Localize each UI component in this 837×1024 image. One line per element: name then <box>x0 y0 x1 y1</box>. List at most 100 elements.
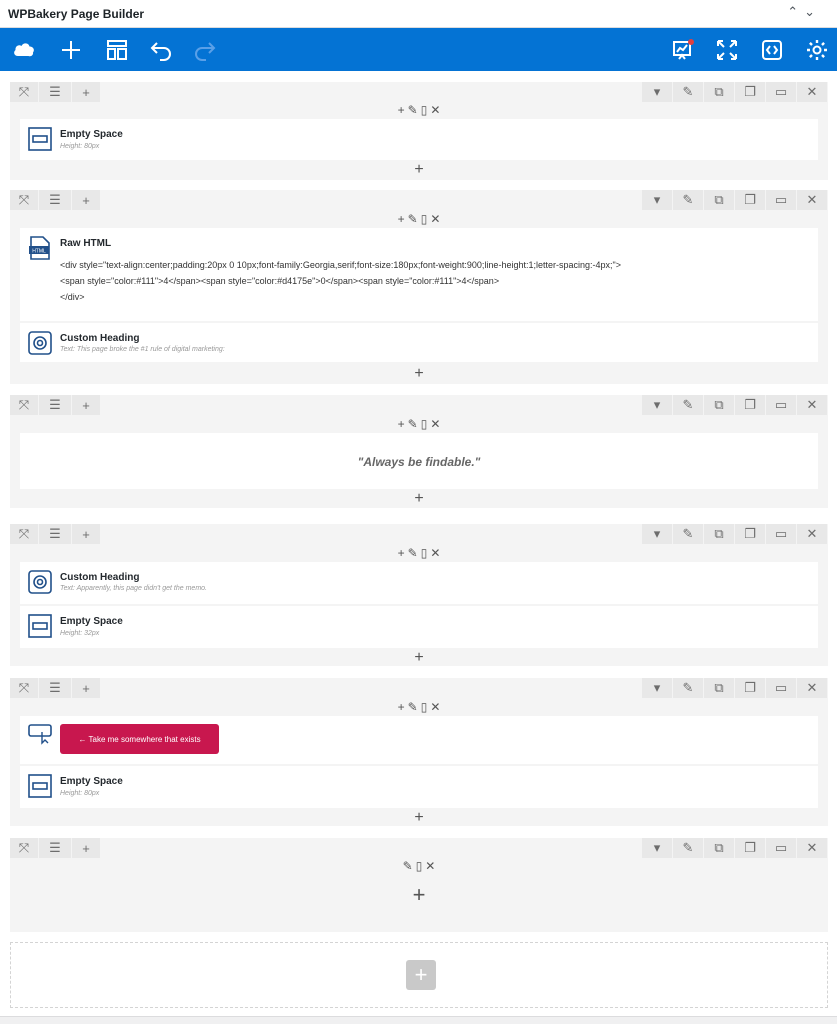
move-arrows-icon[interactable]: ⤧ <box>10 524 38 544</box>
delete-icon[interactable]: ✕ <box>797 524 827 544</box>
add-icon[interactable]: + <box>398 103 405 117</box>
element-empty-space[interactable]: Empty Space Height: 80px <box>20 766 818 808</box>
redo-icon[interactable] <box>192 37 218 63</box>
element-empty-space[interactable]: Empty Space Height: 32px <box>20 606 818 648</box>
add-element-icon[interactable]: + <box>10 650 828 666</box>
add-icon[interactable]: + <box>398 212 405 226</box>
layout-lines-icon[interactable]: ☰ <box>39 678 71 698</box>
paste-icon[interactable]: ▯ <box>421 417 428 431</box>
move-arrows-icon[interactable]: ⤧ <box>10 395 38 415</box>
fullscreen-icon[interactable] <box>714 37 740 63</box>
clone-icon[interactable]: ⧉ <box>704 524 734 544</box>
layout-lines-icon[interactable]: ☰ <box>39 395 71 415</box>
edit-icon[interactable]: ✎ <box>673 838 703 858</box>
add-element-icon[interactable]: + <box>10 810 828 826</box>
delete-icon[interactable]: ✕ <box>797 82 827 102</box>
clone-icon[interactable]: ⧉ <box>704 82 734 102</box>
layout-lines-icon[interactable]: ☰ <box>39 524 71 544</box>
delete-icon[interactable]: ✕ <box>797 838 827 858</box>
copy-icon[interactable]: ❐ <box>735 838 765 858</box>
copy-icon[interactable]: ❐ <box>735 524 765 544</box>
dropdown-icon[interactable]: ▾ <box>642 838 672 858</box>
layout-lines-icon[interactable]: ☰ <box>39 190 71 210</box>
clone-icon[interactable]: ⧉ <box>704 190 734 210</box>
element-custom-heading[interactable]: Custom Heading Text: This page broke the… <box>20 323 818 362</box>
close-icon[interactable]: ✕ <box>430 417 440 431</box>
paste-icon[interactable]: ▭ <box>766 524 796 544</box>
chevron-up-icon[interactable]: ⌃ <box>787 4 804 19</box>
dropdown-icon[interactable]: ▾ <box>642 678 672 698</box>
close-icon[interactable]: ✕ <box>430 700 440 714</box>
move-arrows-icon[interactable]: ⤧ <box>10 838 38 858</box>
add-section-button[interactable]: + <box>406 960 436 990</box>
close-icon[interactable]: ✕ <box>430 103 440 117</box>
close-icon[interactable]: ✕ <box>430 546 440 560</box>
edit-pencil-icon[interactable]: ✎ <box>408 103 418 117</box>
settings-icon[interactable] <box>804 37 830 63</box>
paste-icon[interactable]: ▯ <box>416 859 423 873</box>
paste-icon[interactable]: ▯ <box>421 700 428 714</box>
clone-icon[interactable]: ⧉ <box>704 678 734 698</box>
dropdown-icon[interactable]: ▾ <box>642 395 672 415</box>
edit-icon[interactable]: ✎ <box>673 395 703 415</box>
edit-pencil-icon[interactable]: ✎ <box>408 700 418 714</box>
paste-icon[interactable]: ▯ <box>421 212 428 226</box>
copy-icon[interactable]: ❐ <box>735 190 765 210</box>
paste-icon[interactable]: ▯ <box>421 103 428 117</box>
templates-icon[interactable] <box>104 37 130 63</box>
paste-icon[interactable]: ▭ <box>766 190 796 210</box>
custom-css-icon[interactable] <box>759 37 785 63</box>
close-icon[interactable]: ✕ <box>425 859 435 873</box>
dropdown-icon[interactable]: ▾ <box>642 190 672 210</box>
move-arrows-icon[interactable]: ⤧ <box>10 678 38 698</box>
add-icon[interactable]: + <box>398 700 405 714</box>
add-column-icon[interactable]: + <box>72 838 100 858</box>
paste-icon[interactable]: ▭ <box>766 395 796 415</box>
paste-icon[interactable]: ▯ <box>421 546 428 560</box>
add-element-icon[interactable]: + <box>10 491 828 507</box>
add-column-icon[interactable]: + <box>72 190 100 210</box>
clone-icon[interactable]: ⧉ <box>704 838 734 858</box>
dropdown-icon[interactable]: ▾ <box>642 524 672 544</box>
close-icon[interactable]: ✕ <box>430 212 440 226</box>
wpbakery-logo-icon[interactable] <box>11 37 37 63</box>
edit-pencil-icon[interactable]: ✎ <box>408 212 418 226</box>
move-arrows-icon[interactable]: ⤧ <box>10 190 38 210</box>
edit-icon[interactable]: ✎ <box>673 82 703 102</box>
add-element-icon[interactable]: + <box>10 884 828 906</box>
add-column-icon[interactable]: + <box>72 82 100 102</box>
undo-icon[interactable] <box>148 37 174 63</box>
add-icon[interactable]: + <box>398 546 405 560</box>
element-empty-space[interactable]: Empty Space Height: 80px <box>20 119 818 160</box>
add-column-icon[interactable]: + <box>72 678 100 698</box>
element-button[interactable]: ← Take me somewhere that exists <box>20 716 818 764</box>
take-me-somewhere-button[interactable]: ← Take me somewhere that exists <box>60 724 219 754</box>
copy-icon[interactable]: ❐ <box>735 395 765 415</box>
element-raw-html[interactable]: HTML Raw HTML <div style="text-align:cen… <box>20 228 818 321</box>
chevron-down-icon[interactable]: ⌄ <box>804 4 821 19</box>
add-element-icon[interactable]: + <box>10 366 828 382</box>
layout-lines-icon[interactable]: ☰ <box>39 838 71 858</box>
move-arrows-icon[interactable]: ⤧ <box>10 82 38 102</box>
add-element-icon[interactable] <box>58 37 84 63</box>
edit-icon[interactable]: ✎ <box>673 524 703 544</box>
dropdown-icon[interactable]: ▾ <box>642 82 672 102</box>
add-icon[interactable]: + <box>398 417 405 431</box>
paste-icon[interactable]: ▭ <box>766 838 796 858</box>
paste-icon[interactable]: ▭ <box>766 82 796 102</box>
add-element-icon[interactable]: + <box>10 162 828 178</box>
delete-icon[interactable]: ✕ <box>797 395 827 415</box>
copy-icon[interactable]: ❐ <box>735 82 765 102</box>
clone-icon[interactable]: ⧉ <box>704 395 734 415</box>
add-column-icon[interactable]: + <box>72 524 100 544</box>
delete-icon[interactable]: ✕ <box>797 678 827 698</box>
layout-lines-icon[interactable]: ☰ <box>39 82 71 102</box>
seo-icon[interactable] <box>670 37 696 63</box>
edit-pencil-icon[interactable]: ✎ <box>408 417 418 431</box>
copy-icon[interactable]: ❐ <box>735 678 765 698</box>
edit-icon[interactable]: ✎ <box>673 190 703 210</box>
edit-icon[interactable]: ✎ <box>673 678 703 698</box>
edit-pencil-icon[interactable]: ✎ <box>408 546 418 560</box>
paste-icon[interactable]: ▭ <box>766 678 796 698</box>
delete-icon[interactable]: ✕ <box>797 190 827 210</box>
